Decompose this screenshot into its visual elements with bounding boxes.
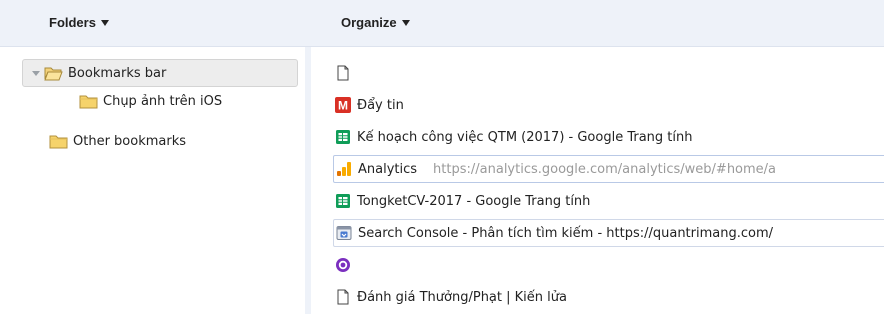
analytics-icon [337,162,351,176]
sheets-icon [336,194,350,208]
organize-menu-button[interactable]: Organize [341,15,410,30]
folder-tree: Bookmarks bar Chụp ảnh trên iOS Other bo… [0,47,305,314]
bookmark-title: Đẩy tin [357,97,404,113]
bookmark-list: M Đẩy tin Kế hoạch công việc QTM (2017) … [311,47,884,314]
expand-triangle-icon[interactable] [32,70,40,76]
bookmark-title: TongketCV-2017 - Google Trang tính [357,193,591,209]
caret-down-icon [100,19,109,26]
sheets-icon [336,130,350,144]
list-item[interactable]: Đánh giá Thưởng/Phạt | Kiến lửa [335,283,884,311]
tree-item-label: Chụp ảnh trên iOS [103,93,223,109]
list-item[interactable] [335,251,884,279]
list-item[interactable]: M Đẩy tin [335,91,884,119]
page-icon [337,65,349,81]
folder-open-icon [44,67,63,80]
folders-menu-button[interactable]: Folders [49,15,109,30]
tree-item-label: Other bookmarks [73,133,187,149]
folders-label: Folders [49,15,96,30]
bookmark-title: Analytics [358,161,418,177]
tree-item-other-bookmarks[interactable]: Other bookmarks [49,127,186,155]
folder-icon [49,135,68,148]
caret-down-icon [401,19,410,26]
bookmark-manager: Folders Organize Bookmarks bar Chụp ảnh … [0,0,884,314]
list-item[interactable]: TongketCV-2017 - Google Trang tính [335,187,884,215]
purple-circle-icon [336,258,350,272]
list-item[interactable]: Search Console - Phân tích tìm kiếm - ht… [333,219,884,247]
bookmark-title: Search Console - Phân tích tìm kiếm - ht… [358,225,774,241]
tree-item-label: Bookmarks bar [68,65,167,81]
list-item[interactable] [335,59,884,87]
bookmark-url: https://analytics.google.com/analytics/w… [433,161,777,177]
search-console-icon [336,226,352,240]
list-item-selected[interactable]: Analytics https://analytics.google.com/a… [333,155,884,183]
tree-item-bookmarks-bar[interactable]: Bookmarks bar [22,59,298,87]
tree-item-chup-anh-tren-ios[interactable]: Chụp ảnh trên iOS [79,87,222,115]
bookmark-title: Đánh giá Thưởng/Phạt | Kiến lửa [357,289,567,305]
gmail-m-icon: M [335,97,351,113]
svg-text:M: M [338,99,348,113]
header-bar: Folders Organize [0,0,884,47]
list-item[interactable]: Kế hoạch công việc QTM (2017) - Google T… [335,123,884,151]
organize-label: Organize [341,15,397,30]
bookmark-title: Kế hoạch công việc QTM (2017) - Google T… [357,129,693,145]
page-icon [337,289,349,305]
folder-icon [79,95,98,108]
